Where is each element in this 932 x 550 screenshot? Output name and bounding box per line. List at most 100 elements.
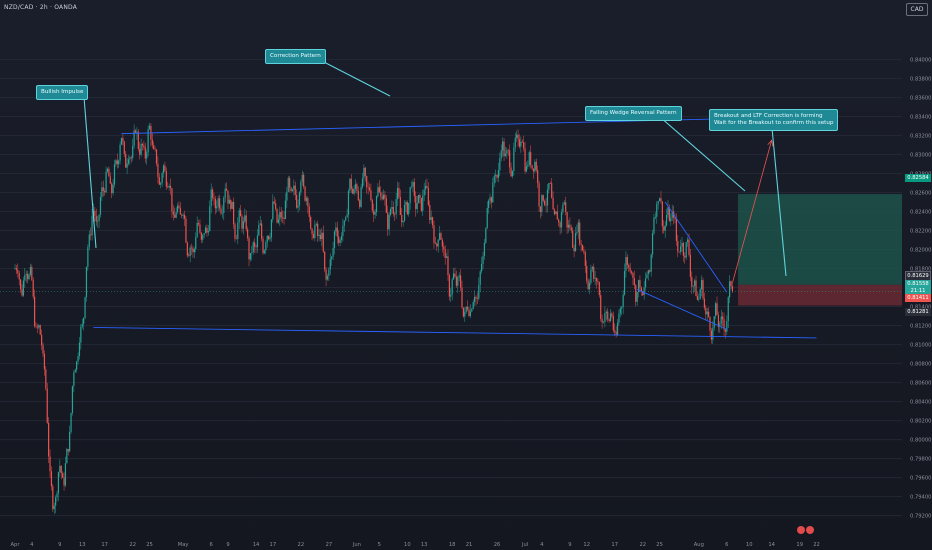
candle-body: [377, 187, 379, 197]
candle-body: [401, 214, 403, 223]
candle-body: [63, 477, 65, 486]
candle-body: [15, 268, 18, 271]
candle-body: [27, 273, 29, 280]
candle-body: [708, 311, 710, 317]
candle-body: [651, 233, 654, 255]
candle-body: [169, 185, 172, 189]
candle-body: [408, 202, 410, 215]
candle-body: [244, 215, 246, 222]
candle-body: [622, 294, 624, 307]
candle-body: [231, 201, 233, 209]
candle-body: [305, 197, 308, 201]
candle-body: [122, 137, 124, 142]
candle-body: [71, 386, 74, 413]
event-flag-icon[interactable]: [797, 526, 805, 534]
candle-body: [321, 232, 323, 240]
candle-body: [77, 356, 79, 362]
candle-body: [258, 224, 260, 236]
candle-body: [140, 143, 142, 155]
candle-body: [254, 242, 256, 247]
currency-button[interactable]: CAD: [906, 3, 928, 16]
y-tick-label: 0.82000: [910, 248, 931, 254]
candle-body: [130, 157, 132, 158]
candle-body: [262, 238, 264, 254]
callout-breakout: Breakout and LTF Correction is forming W…: [709, 109, 839, 131]
candle-body: [506, 150, 508, 154]
candle-body: [430, 217, 432, 221]
candle-body: [495, 175, 497, 177]
candle-body: [284, 200, 287, 220]
candle-body: [111, 183, 113, 194]
candle-body: [584, 252, 586, 266]
x-tick-label: 4: [540, 542, 544, 548]
candle-body: [297, 205, 299, 208]
candle-body: [443, 246, 445, 250]
candle-body: [692, 286, 694, 287]
candle-body: [300, 181, 302, 193]
candle-body: [500, 150, 502, 159]
candle-body: [227, 190, 229, 204]
candle-body: [566, 211, 568, 228]
x-tick-label: 14: [768, 542, 775, 548]
candle-body: [499, 158, 501, 171]
candle-body: [367, 187, 369, 188]
candle-body: [389, 208, 392, 215]
candle-body: [317, 223, 319, 236]
candle-body: [76, 361, 78, 370]
candle-body: [125, 153, 127, 168]
candle-body: [468, 309, 470, 316]
candle-body: [329, 259, 331, 270]
candle-body: [22, 280, 25, 296]
candle-body: [24, 275, 26, 281]
stop-price-tag: 0.81411: [905, 294, 931, 302]
candle-body: [391, 206, 393, 209]
candle-body: [359, 200, 361, 207]
candle-body: [185, 218, 187, 243]
event-icons[interactable]: [797, 526, 815, 535]
candle-body: [324, 251, 326, 270]
candle-body: [290, 187, 292, 192]
candle-body: [325, 269, 327, 280]
candle-body: [241, 216, 243, 229]
candle-body: [211, 189, 214, 198]
candle-body: [189, 247, 191, 257]
candle-body: [155, 149, 158, 164]
candle-body: [328, 269, 330, 277]
candle-body: [619, 308, 621, 314]
y-tick-label: 0.80200: [910, 419, 931, 425]
candle-body: [600, 295, 602, 319]
candle-body: [530, 152, 532, 166]
candle-body: [716, 303, 718, 315]
y-tick-label: 0.80400: [910, 400, 931, 406]
candle-body: [73, 372, 75, 387]
candle-body: [252, 242, 254, 253]
stop-zone: [738, 284, 902, 306]
y-tick-label: 0.80800: [910, 362, 931, 368]
candle-body: [331, 256, 333, 260]
candle-body: [188, 255, 190, 257]
candle-body: [403, 204, 406, 221]
candle-body: [422, 195, 424, 211]
candle-body: [346, 214, 348, 218]
candle-body: [137, 131, 139, 149]
candle-body: [653, 217, 655, 234]
candle-body: [581, 245, 584, 251]
candle-body: [562, 204, 564, 213]
candle-body: [574, 233, 577, 252]
candle-body: [521, 141, 523, 143]
candle-body: [154, 149, 156, 150]
candle-body: [67, 449, 69, 452]
candle-body: [49, 456, 51, 472]
candle-body: [426, 185, 428, 188]
candle-body: [614, 330, 616, 333]
candle-body: [412, 182, 414, 187]
candle-body: [266, 235, 268, 243]
candle-body: [524, 148, 526, 172]
price-chart[interactable]: 0.84000 0.83800 0.83600 0.83400 0.83200 0.830…: [0, 0, 932, 550]
event-flag-icon[interactable]: [806, 526, 814, 534]
x-tick-label: 6: [210, 542, 213, 548]
candle-body: [563, 202, 565, 205]
candle-body: [687, 239, 689, 243]
candle-body: [685, 242, 687, 258]
candle-body: [635, 285, 637, 302]
